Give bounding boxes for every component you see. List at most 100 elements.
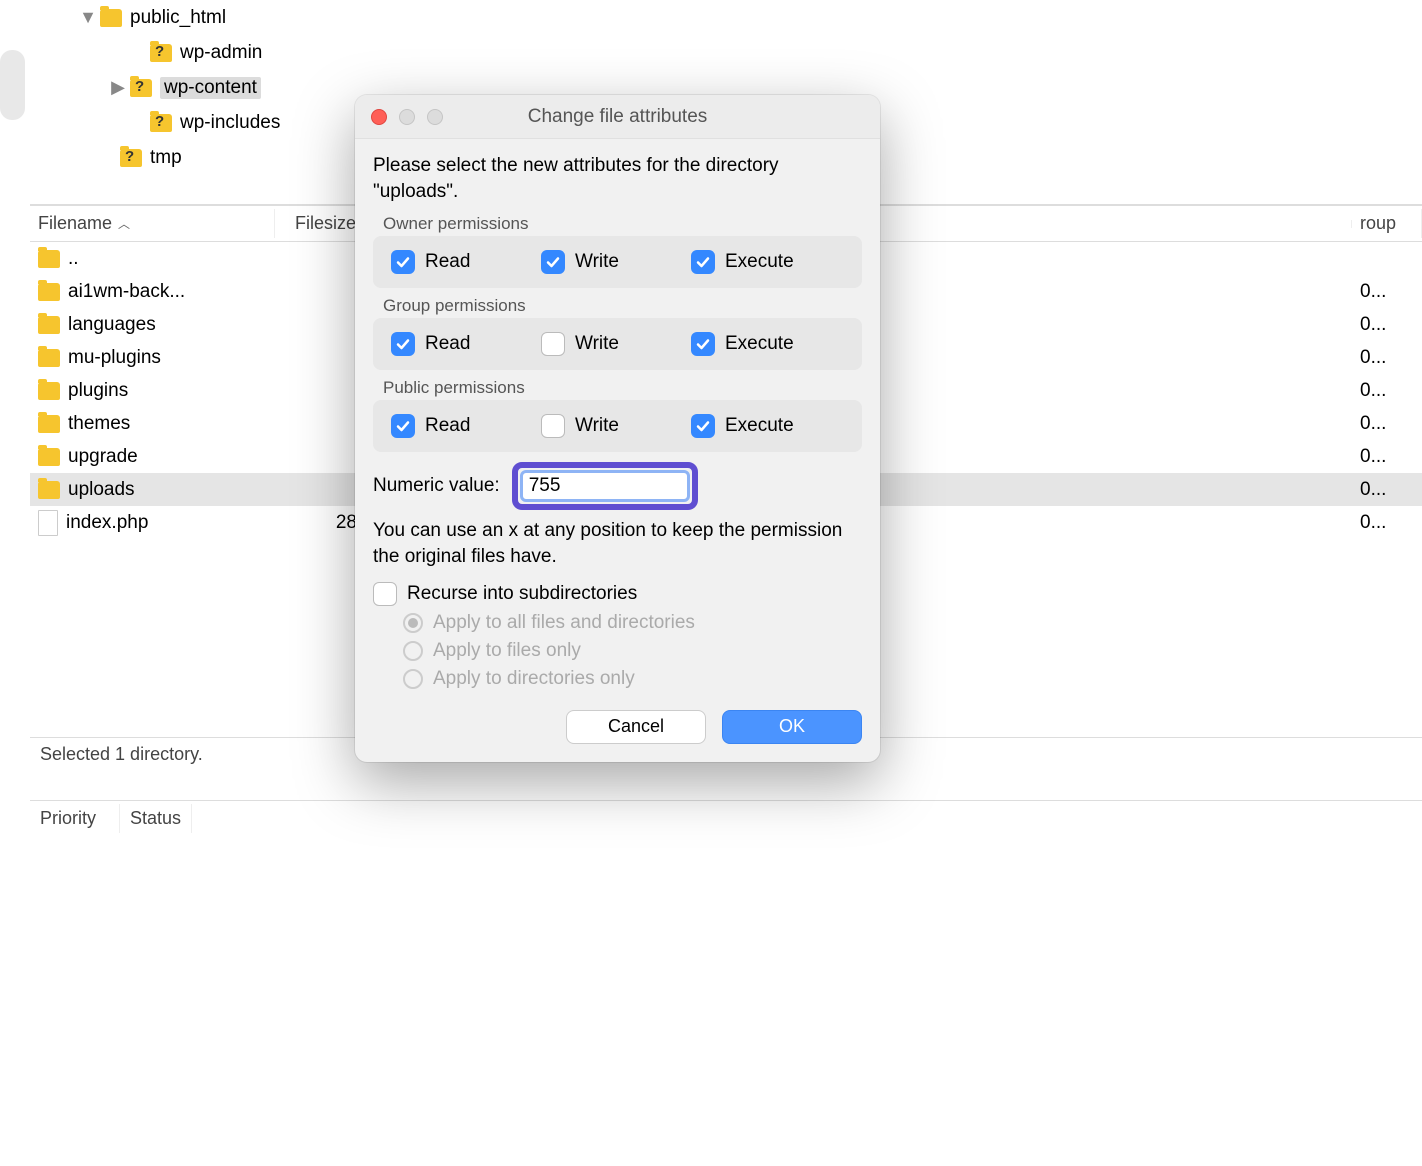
checkbox-icon[interactable] [541, 250, 565, 274]
maximize-icon [427, 109, 443, 125]
disclosure-spacer [100, 150, 116, 166]
group-permissions: Read Write Execute [373, 318, 862, 370]
file-icon [38, 510, 58, 536]
cancel-button[interactable]: Cancel [566, 710, 706, 744]
numeric-value-row: Numeric value: [373, 462, 862, 510]
file-group: 0... [1352, 378, 1422, 404]
radio-apply-files: Apply to files only [403, 640, 862, 662]
file-group: 0... [1352, 477, 1422, 503]
numeric-value-label: Numeric value: [373, 475, 500, 497]
checkbox-icon[interactable] [691, 414, 715, 438]
tree-item-label: public_html [130, 7, 226, 29]
file-group: 0... [1352, 510, 1422, 536]
disclosure-spacer [130, 115, 146, 131]
column-priority[interactable]: Priority [30, 804, 120, 833]
disclosure-down-icon[interactable]: ▼ [80, 10, 96, 26]
tree-item-label: wp-content [164, 77, 257, 98]
owner-read[interactable]: Read [391, 250, 541, 274]
owner-write[interactable]: Write [541, 250, 691, 274]
file-name: themes [68, 413, 130, 435]
minimize-icon [399, 109, 415, 125]
column-status[interactable]: Status [120, 804, 192, 833]
recurse-radio-group: Apply to all files and directories Apply… [403, 612, 862, 690]
checkbox-icon[interactable] [391, 250, 415, 274]
checkbox-icon[interactable] [391, 332, 415, 356]
folder-icon [38, 415, 60, 433]
radio-icon [403, 641, 423, 661]
tree-item-label: wp-admin [180, 42, 262, 64]
file-group: 0... [1352, 444, 1422, 470]
checkbox-icon[interactable] [541, 332, 565, 356]
group-write-label: Write [575, 333, 619, 355]
public-read[interactable]: Read [391, 414, 541, 438]
radio-apply-all-label: Apply to all files and directories [433, 612, 695, 634]
column-filesize[interactable]: Filesize [275, 209, 365, 238]
dialog-footer: Cancel OK [373, 710, 862, 744]
file-name: upgrade [68, 446, 138, 468]
dialog-titlebar[interactable]: Change file attributes [355, 95, 880, 139]
checkbox-icon[interactable] [391, 414, 415, 438]
tree-item[interactable]: ▼ public_html [30, 0, 1422, 35]
public-write[interactable]: Write [541, 414, 691, 438]
checkbox-icon[interactable] [691, 250, 715, 274]
recurse-checkbox-row[interactable]: Recurse into subdirectories [373, 582, 862, 606]
owner-permissions: Read Write Execute [373, 236, 862, 288]
checkbox-icon[interactable] [541, 414, 565, 438]
file-size [275, 422, 365, 426]
folder-icon [38, 250, 60, 268]
file-group: 0... [1352, 312, 1422, 338]
file-size [275, 455, 365, 459]
bottom-header: Priority Status [30, 800, 1422, 836]
dialog-intro: Please select the new attributes for the… [373, 153, 862, 204]
checkbox-icon[interactable] [691, 332, 715, 356]
owner-read-label: Read [425, 251, 470, 273]
file-name: .. [68, 248, 79, 270]
file-group: 0... [1352, 411, 1422, 437]
disclosure-right-icon[interactable]: ▶ [110, 80, 126, 96]
folder-icon [120, 149, 142, 167]
group-write[interactable]: Write [541, 332, 691, 356]
folder-icon [150, 114, 172, 132]
file-size [275, 257, 365, 261]
checkbox-icon[interactable] [373, 582, 397, 606]
column-group[interactable]: roup [1352, 209, 1422, 238]
column-filename[interactable]: Filename ︿ [30, 209, 275, 238]
owner-execute[interactable]: Execute [691, 250, 844, 274]
ok-button[interactable]: OK [722, 710, 862, 744]
file-group: 0... [1352, 279, 1422, 305]
owner-execute-label: Execute [725, 251, 794, 273]
folder-icon [150, 44, 172, 62]
dialog-body: Please select the new attributes for the… [355, 139, 880, 762]
tree-item[interactable]: wp-admin [30, 35, 1422, 70]
radio-apply-dirs: Apply to directories only [403, 668, 862, 690]
tree-item-label: tmp [150, 147, 182, 169]
group-execute[interactable]: Execute [691, 332, 844, 356]
numeric-value-input[interactable] [520, 470, 690, 502]
file-name: ai1wm-back... [68, 281, 185, 303]
group-permissions-label: Group permissions [383, 296, 862, 316]
folder-icon [38, 448, 60, 466]
file-name: languages [68, 314, 156, 336]
folder-icon [130, 79, 152, 97]
public-execute-label: Execute [725, 415, 794, 437]
folder-icon [100, 9, 122, 27]
file-name: uploads [68, 479, 135, 501]
column-filesize-label: Filesize [295, 213, 356, 234]
change-attributes-dialog: Change file attributes Please select the… [355, 95, 880, 762]
traffic-lights [371, 109, 443, 125]
numeric-value-highlight [512, 462, 698, 510]
file-name: plugins [68, 380, 128, 402]
public-permissions: Read Write Execute [373, 400, 862, 452]
recurse-label: Recurse into subdirectories [407, 583, 637, 605]
vertical-scrollbar[interactable] [0, 50, 25, 120]
group-execute-label: Execute [725, 333, 794, 355]
group-read[interactable]: Read [391, 332, 541, 356]
disclosure-spacer [130, 45, 146, 61]
status-text: Selected 1 directory. [40, 744, 203, 764]
public-permissions-label: Public permissions [383, 378, 862, 398]
radio-icon [403, 613, 423, 633]
sort-ascending-icon: ︿ [118, 215, 130, 232]
close-icon[interactable] [371, 109, 387, 125]
tree-item-label: wp-includes [180, 112, 280, 134]
public-execute[interactable]: Execute [691, 414, 844, 438]
